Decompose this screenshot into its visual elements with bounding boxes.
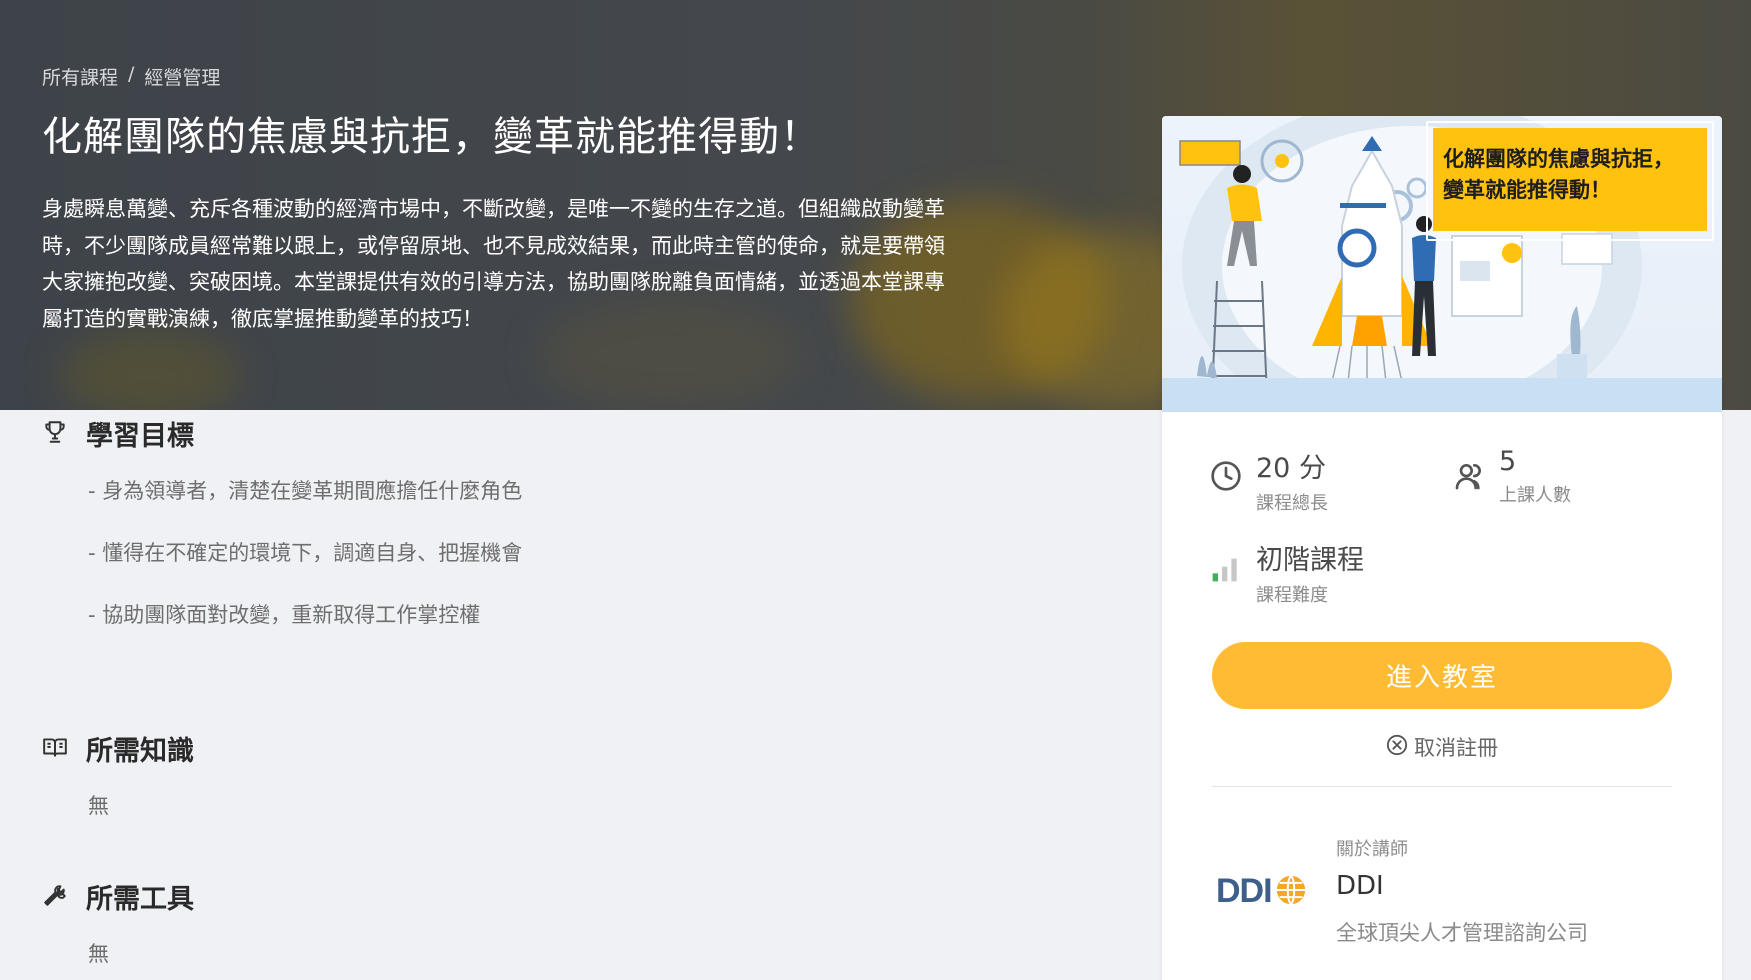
- banner-title-frame: 化解團隊的焦慮與抗拒， 變革就能推得動！: [1426, 121, 1714, 241]
- course-banner-image: 化解團隊的焦慮與抗拒， 變革就能推得動！: [1162, 116, 1722, 412]
- banner-title: 化解團隊的焦慮與抗拒， 變革就能推得動！: [1433, 128, 1707, 231]
- book-icon: [42, 734, 68, 764]
- learning-goal-item: - 協助團隊面對改變，重新取得工作掌控權: [88, 603, 481, 627]
- duration-label: 課程總長: [1256, 493, 1328, 514]
- clock-icon: [1210, 446, 1242, 496]
- tools-value: 無: [88, 942, 109, 966]
- page-title: 化解團隊的焦慮與抗拒，變革就能推得動！: [42, 114, 821, 160]
- description-line: 時，不少團隊成員經常難以跟上，或停留原地、也不見成效結果，而此時主管的使命，就是…: [42, 233, 945, 258]
- breadcrumb-all-courses[interactable]: 所有課程: [42, 63, 118, 90]
- banner-title-line: 變革就能推得動！: [1443, 178, 1611, 202]
- instructor-name: DDI: [1336, 871, 1384, 901]
- globe-icon: [1274, 873, 1308, 911]
- stat-students: 5 上課人數: [1453, 446, 1571, 507]
- duration-value: 20 分: [1256, 453, 1326, 484]
- instructor-section-label: 關於講師: [1336, 839, 1408, 860]
- divider: [1212, 786, 1672, 787]
- enter-classroom-button[interactable]: 進入教室: [1212, 642, 1672, 709]
- level-value: 初階課程: [1256, 545, 1364, 576]
- breadcrumb: 所有課程 / 經營管理: [42, 63, 220, 90]
- instructor-description: 全球頂尖人才管理諮詢公司: [1336, 921, 1588, 945]
- prerequisites-title: 所需知識: [86, 736, 194, 767]
- description-line: 大家擁抱改變、突破困境。本堂課提供有效的引導方法，協助團隊脫離負面情緒，並透過本…: [42, 270, 945, 294]
- stat-duration: 20 分 課程總長: [1210, 446, 1328, 515]
- breadcrumb-category[interactable]: 經營管理: [144, 63, 220, 90]
- learning-goal-item: - 懂得在不確定的環境下，調適自身、把握機會: [88, 541, 523, 565]
- ddi-logo-text: DDI: [1216, 872, 1273, 910]
- course-description: 身處瞬息萬變、充斥各種波動的經濟市場中，不斷改變，是唯一不變的生存之道。但組織啟…: [42, 191, 1017, 337]
- cancel-registration-label: 取消註冊: [1414, 736, 1498, 760]
- instructor-logo: DDI: [1216, 872, 1308, 911]
- description-line: 屬打造的實戰演練，徹底掌握推動變革的技巧！: [42, 306, 483, 331]
- tools-title: 所需工具: [86, 884, 194, 915]
- course-card: 化解團隊的焦慮與抗拒， 變革就能推得動！ 20 分 課程總長 5 上課人數 初階…: [1162, 116, 1722, 980]
- level-label: 課程難度: [1256, 585, 1328, 606]
- learning-goal-item: - 身為領導者，清楚在變革期間應擔任什麼角色: [88, 479, 523, 503]
- tools-section: 所需工具 無: [42, 877, 194, 968]
- hero-bg-blur: [60, 330, 240, 410]
- prerequisites-section: 所需知識 無: [42, 729, 194, 820]
- level-bars-icon: [1210, 538, 1242, 588]
- description-line: 身處瞬息萬變、充斥各種波動的經濟市場中，不斷改變，是唯一不變的生存之道。但組織啟…: [42, 197, 945, 221]
- users-icon: [1453, 446, 1485, 496]
- learning-goals-section: 學習目標 - 身為領導者，清楚在變革期間應擔任什麼角色 - 懂得在不確定的環境下…: [42, 414, 522, 661]
- breadcrumb-separator: /: [128, 63, 135, 85]
- cancel-registration-link[interactable]: 取消註冊: [1162, 732, 1722, 762]
- learning-goals-title: 學習目標: [86, 421, 194, 452]
- students-label: 上課人數: [1499, 485, 1571, 506]
- wrench-icon: [42, 882, 68, 912]
- stat-level: 初階課程 課程難度: [1210, 538, 1364, 607]
- prerequisites-value: 無: [88, 794, 109, 818]
- close-circle-icon: [1386, 734, 1408, 761]
- banner-title-line: 化解團隊的焦慮與抗拒，: [1443, 147, 1674, 171]
- students-value: 5: [1499, 446, 1517, 477]
- trophy-icon: [42, 419, 68, 449]
